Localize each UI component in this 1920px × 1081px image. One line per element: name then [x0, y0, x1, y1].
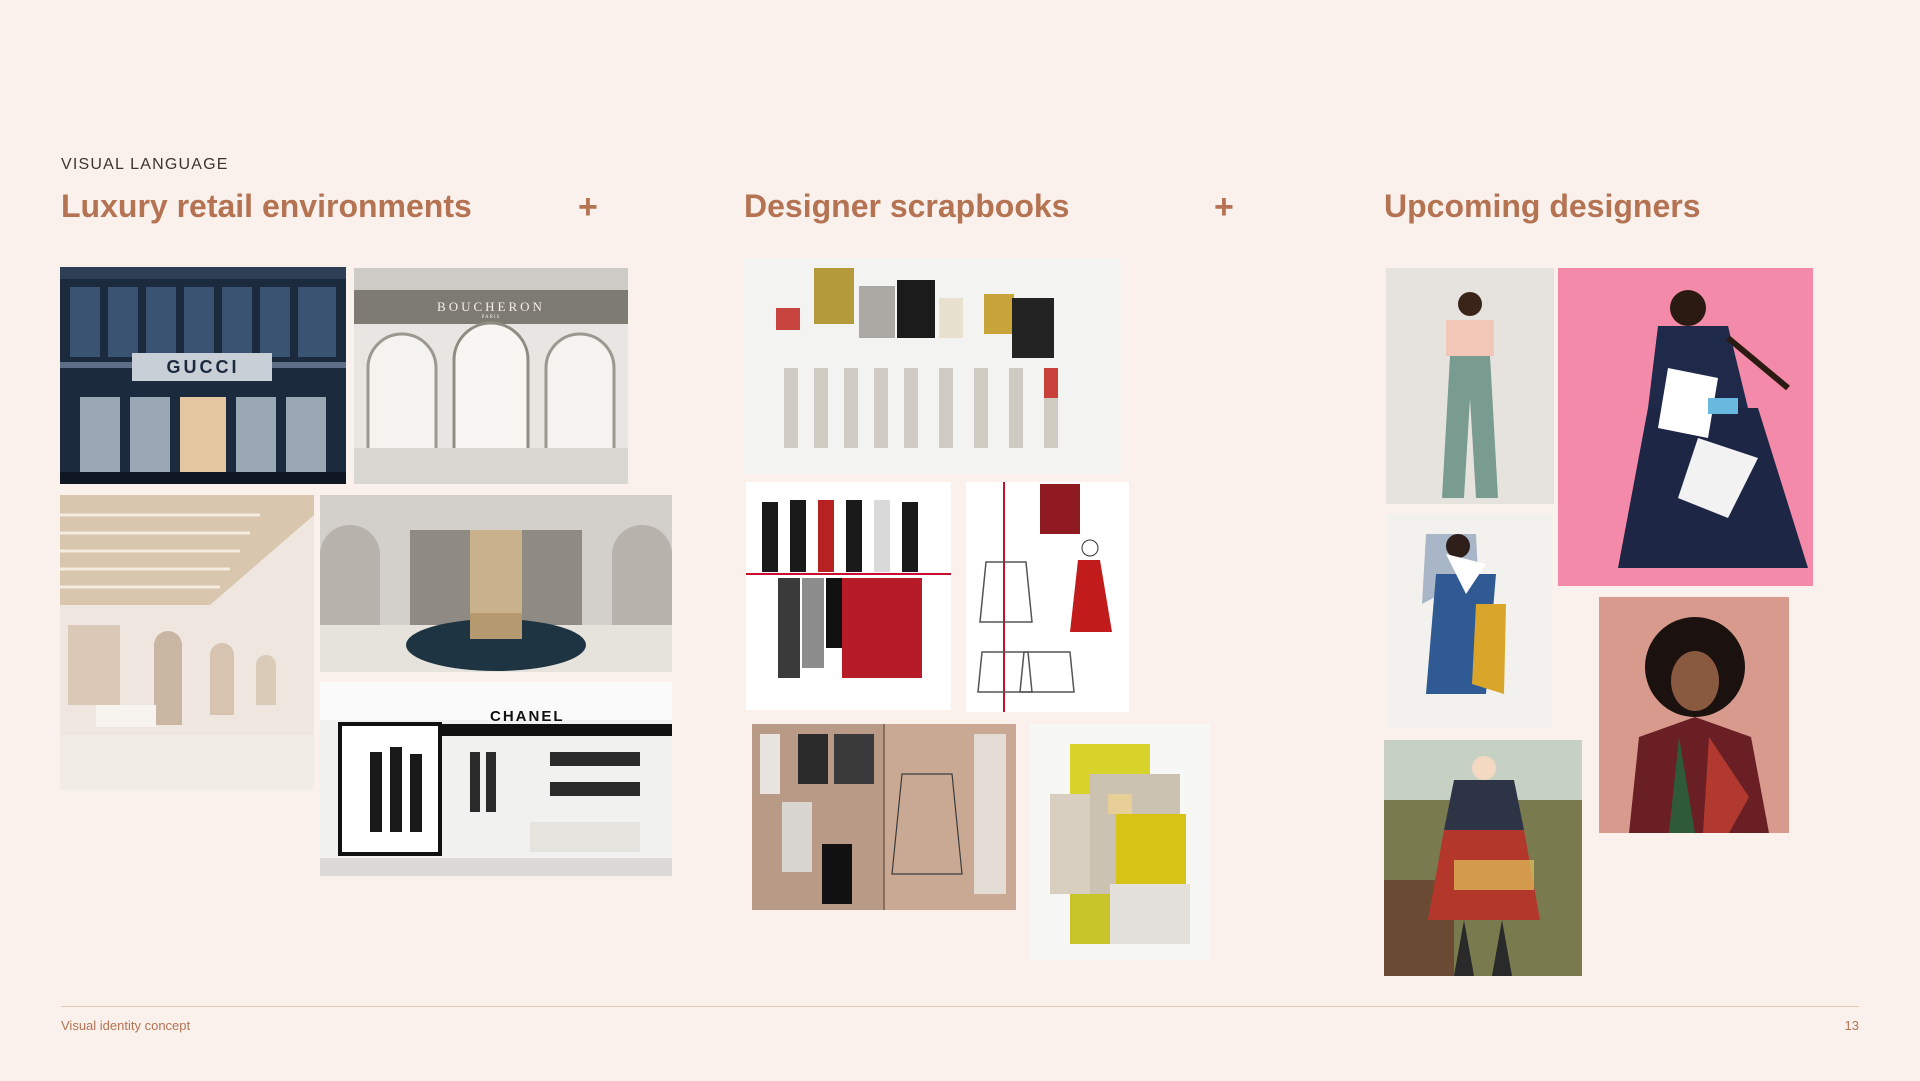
sign-boucheron-sub: PARIS — [481, 315, 501, 320]
plus-separator-2: + — [1214, 188, 1234, 226]
photo-boucheron-boutique: BOUCHERON PARIS — [354, 268, 628, 484]
heading-upcoming-designers: Upcoming designers — [1384, 188, 1701, 224]
heading-designer-scrapbooks: Designer scrapbooks — [744, 188, 1070, 224]
photo-chanel-boutique: CHANEL — [320, 682, 672, 876]
photo-designer-curly-hair-portrait — [1599, 597, 1789, 833]
photo-designer-off-shoulder-look — [1386, 268, 1554, 504]
footer-divider — [61, 1006, 1859, 1007]
plus-separator-1: + — [578, 188, 598, 226]
scrapbook-flat-sketches-red-dress — [966, 482, 1129, 712]
heading-luxury-retail: Luxury retail environments — [61, 188, 472, 224]
sign-boucheron: BOUCHERON — [437, 299, 545, 314]
photo-gucci-storefront: GUCCI — [60, 267, 346, 484]
photo-designer-plaid-skirt — [1384, 740, 1582, 976]
scrapbook-sketchbook-spread — [752, 724, 1016, 910]
section-label: VISUAL LANGUAGE — [61, 156, 229, 173]
scrapbook-red-black-collection — [746, 482, 951, 710]
scrapbook-knit-swatches — [1030, 724, 1210, 960]
sign-chanel: CHANEL — [490, 708, 565, 725]
illustration-designer-sketch — [1386, 514, 1552, 728]
photo-jewelry-salon — [320, 495, 672, 672]
page-number: 13 — [1844, 1018, 1859, 1033]
photo-white-arched-interior — [60, 495, 314, 790]
footer-title: Visual identity concept — [61, 1018, 191, 1033]
sign-gucci: GUCCI — [166, 357, 240, 377]
photo-designer-pink-backdrop — [1558, 268, 1813, 586]
scrapbook-fabric-swatch-sketches — [744, 258, 1122, 474]
